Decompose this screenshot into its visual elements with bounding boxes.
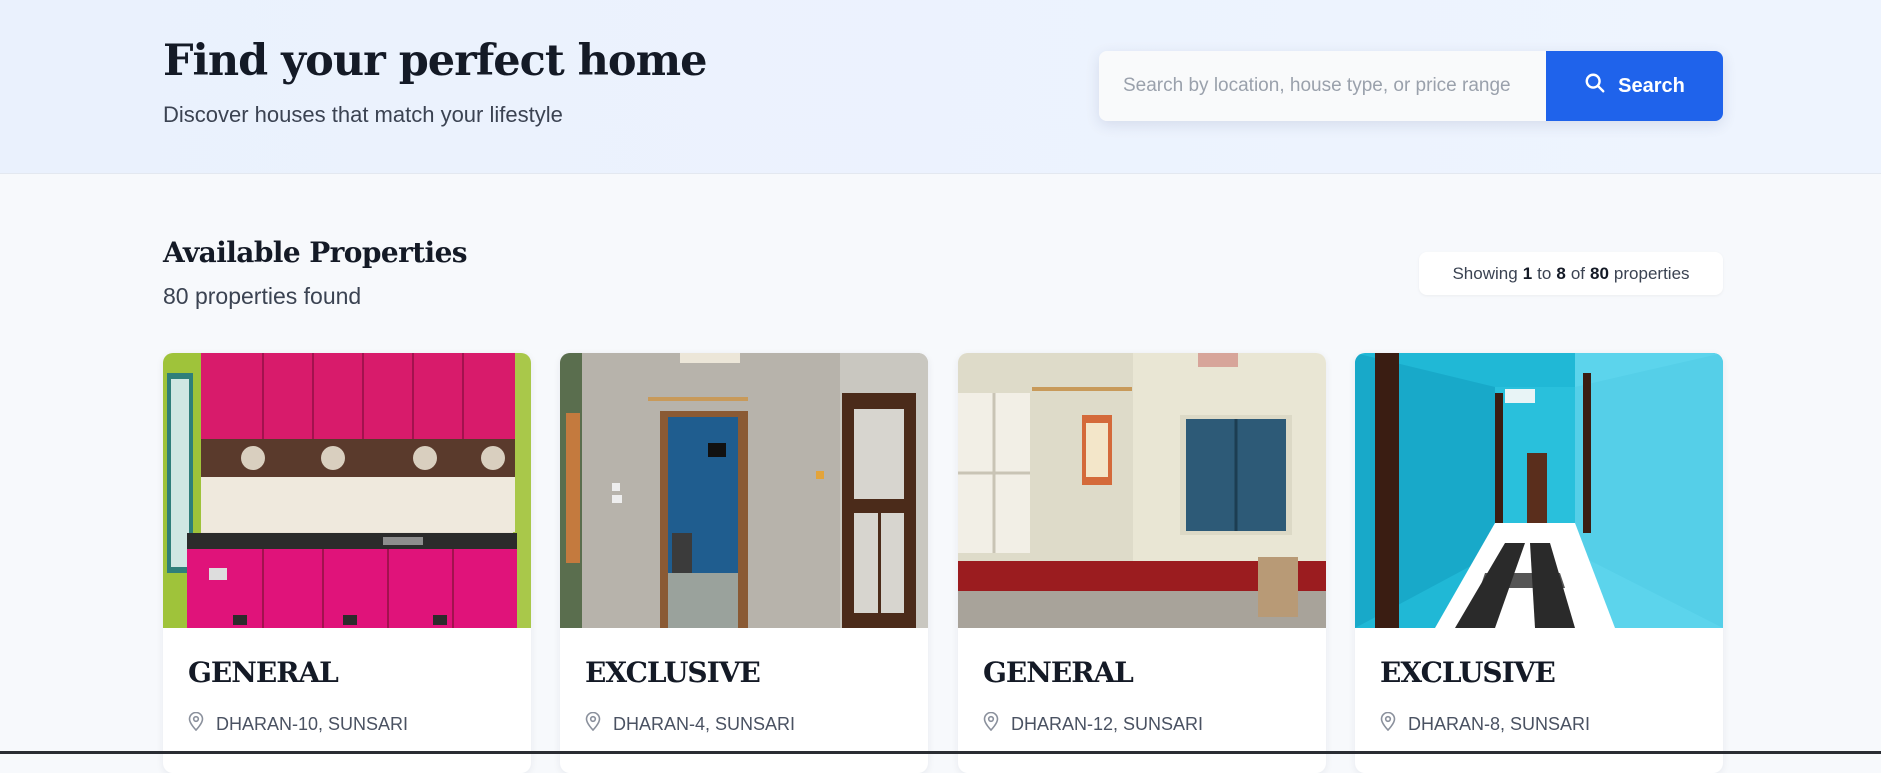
section-title: Available Properties xyxy=(163,236,468,269)
property-location: DHARAN-10, SUNSARI xyxy=(188,711,409,736)
location-text: DHARAN-10, SUNSARI xyxy=(216,713,409,734)
property-type: GENERAL xyxy=(188,656,339,689)
showing-prefix: Showing xyxy=(1452,263,1518,283)
property-card[interactable]: GENERAL DHARAN-10, SUNSARI xyxy=(163,353,531,773)
showing-of-word: of xyxy=(1570,263,1585,283)
page-title: Find your perfect home xyxy=(163,36,707,86)
showing-from: 1 xyxy=(1522,263,1533,283)
showing-total: 80 xyxy=(1590,263,1609,283)
property-location: DHARAN-12, SUNSARI xyxy=(983,711,1204,736)
property-location: DHARAN-4, SUNSARI xyxy=(585,711,796,736)
search-input[interactable] xyxy=(1099,51,1546,121)
location-text: DHARAN-4, SUNSARI xyxy=(613,713,796,734)
result-count: 80 properties found xyxy=(163,283,362,309)
search-bar: Search xyxy=(1099,51,1723,121)
location-text: DHARAN-8, SUNSARI xyxy=(1408,713,1591,734)
showing-to-word: to xyxy=(1537,263,1552,283)
property-photo xyxy=(1355,353,1723,628)
search-button-label: Search xyxy=(1618,74,1685,97)
page-subtitle: Discover houses that match your lifestyl… xyxy=(163,102,563,127)
property-photo xyxy=(560,353,928,628)
property-location: DHARAN-8, SUNSARI xyxy=(1380,711,1591,736)
property-type: EXCLUSIVE xyxy=(1380,656,1556,689)
location-pin-icon xyxy=(585,711,601,736)
search-button[interactable]: Search xyxy=(1546,51,1723,121)
search-icon xyxy=(1584,72,1606,100)
pagination-summary: Showing 1 to 8 of 80 properties xyxy=(1419,252,1723,295)
location-pin-icon xyxy=(1380,711,1396,736)
property-card[interactable]: EXCLUSIVE DHARAN-8, SUNSARI xyxy=(1355,353,1723,773)
property-type: GENERAL xyxy=(983,656,1134,689)
property-card[interactable]: GENERAL DHARAN-12, SUNSARI xyxy=(958,353,1326,773)
property-card[interactable]: EXCLUSIVE DHARAN-4, SUNSARI xyxy=(560,353,928,773)
hero-banner: Find your perfect home Discover houses t… xyxy=(0,0,1881,174)
property-type: EXCLUSIVE xyxy=(585,656,761,689)
showing-to: 8 xyxy=(1556,263,1566,283)
property-photo xyxy=(958,353,1326,628)
location-text: DHARAN-12, SUNSARI xyxy=(1011,713,1204,734)
property-photo xyxy=(163,353,531,628)
showing-suffix: properties xyxy=(1613,263,1690,283)
location-pin-icon xyxy=(983,711,999,736)
location-pin-icon xyxy=(188,711,204,736)
